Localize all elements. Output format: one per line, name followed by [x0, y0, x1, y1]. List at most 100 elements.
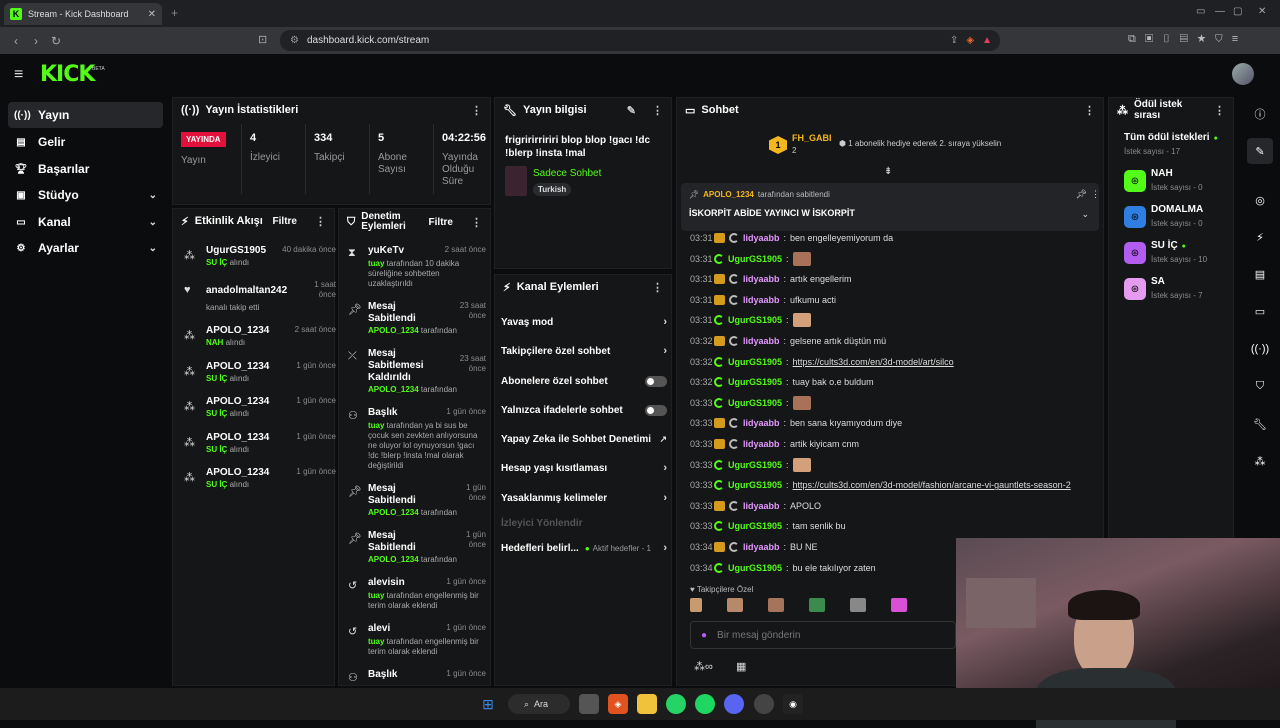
broadcast-icon[interactable]: ((·)) — [1247, 336, 1273, 362]
sidebar-item-yayin[interactable]: ((·)) Yayın — [8, 102, 163, 128]
message-username[interactable]: UgurGS1905 — [728, 521, 782, 531]
emotes-only-toggle[interactable] — [645, 404, 667, 416]
followers-only-button[interactable]: Takipçilere özel sohbet › — [501, 341, 667, 361]
site-info-icon[interactable]: ⚙ — [290, 35, 299, 46]
minimize-icon[interactable]: — — [1215, 6, 1225, 17]
emote-icon[interactable] — [792, 313, 811, 328]
more-icon[interactable]: ⋮ — [1214, 104, 1225, 117]
brave-shield-icon[interactable]: ◈ — [966, 35, 974, 46]
reload-icon[interactable]: ↻ — [46, 34, 66, 48]
more-icon[interactable]: ⋮ — [652, 281, 663, 294]
message-username[interactable]: lidyaabb — [743, 233, 780, 243]
browser-tab[interactable]: K Stream - Kick Dashboard ✕ — [4, 3, 162, 25]
browser-toolbar-icons[interactable]: ⧉▣▯▤★⛉≡ — [1128, 33, 1247, 46]
message-username[interactable]: UgurGS1905 — [728, 480, 782, 490]
steam-icon[interactable] — [754, 694, 774, 714]
edit-icon[interactable]: ✎ — [1247, 138, 1273, 164]
menu-icon[interactable]: ≡ — [14, 66, 23, 84]
emote-icon[interactable] — [792, 251, 811, 266]
reward-item-sa[interactable]: ⊛ SA İstek sayısı - 7 — [1124, 276, 1234, 304]
back-icon[interactable]: ‹ — [6, 34, 26, 48]
edit-icon[interactable]: ✎ — [627, 104, 636, 117]
goals-button[interactable]: Hedefleri belirl... ● Aktif hedefler - 1 › — [501, 538, 667, 558]
new-tab-icon[interactable]: + — [171, 6, 178, 20]
category-link[interactable]: Sadece Sohbet — [533, 168, 601, 179]
top-gifter-name[interactable]: FH_GABI — [792, 133, 832, 143]
info-icon[interactable]: ⓘ — [1247, 101, 1273, 127]
close-tab-icon[interactable]: ✕ — [148, 9, 156, 20]
slow-mode-button[interactable]: Yavaş mod › — [501, 312, 667, 332]
chat-input[interactable]: ● Bir mesaj gönderin — [690, 621, 956, 649]
message-username[interactable]: lidyaabb — [743, 418, 780, 428]
bolt-icon[interactable]: ⚡︎ — [1247, 224, 1273, 250]
sidebar-item-basarilar[interactable]: 🏆︎ Başarılar — [8, 156, 163, 182]
microphone-icon[interactable]: ● — [701, 630, 707, 641]
task-view-icon[interactable] — [579, 694, 599, 714]
emote-icon[interactable] — [792, 395, 811, 410]
banned-words-button[interactable]: Yasaklanmış kelimeler › — [501, 488, 667, 508]
emote-icon[interactable] — [768, 598, 784, 612]
message-username[interactable]: lidyaabb — [743, 274, 780, 284]
message-username[interactable]: lidyaabb — [743, 295, 780, 305]
document-icon[interactable]: ▤ — [1247, 261, 1273, 287]
reward-item-domalma[interactable]: ⊛ DOMALMA İstek sayısı - 0 — [1124, 204, 1234, 232]
reward-item-nah[interactable]: ⊛ NAH İstek sayısı - 0 — [1124, 168, 1234, 196]
more-icon[interactable]: ⋮ — [315, 215, 326, 228]
reward-item-su-ic[interactable]: ⊛ SU İÇ ● İstek sayısı - 10 — [1124, 240, 1234, 268]
message-username[interactable]: UgurGS1905 — [728, 254, 782, 264]
bookmark-icon[interactable]: ⊡ — [258, 33, 267, 46]
message-username[interactable]: UgurGS1905 — [728, 563, 782, 573]
brave-icon[interactable]: ◈ — [608, 694, 628, 714]
forward-icon[interactable]: › — [26, 34, 46, 48]
message-link[interactable]: https://cults3d.com/en/3d-model/art/silc… — [793, 357, 954, 367]
chevron-down-icon[interactable]: ⌄ — [1081, 209, 1089, 220]
discord-icon[interactable] — [724, 694, 744, 714]
message-username[interactable]: UgurGS1905 — [728, 398, 782, 408]
ai-moderation-button[interactable]: Yapay Zeka ile Sohbet Denetimi ↗ — [501, 429, 667, 449]
whatsapp-icon[interactable] — [666, 694, 686, 714]
taskbar-search[interactable]: ⌕ Ara — [508, 694, 570, 714]
emote-icon[interactable] — [891, 598, 907, 612]
kick-logo[interactable]: KICK — [40, 62, 95, 87]
more-icon[interactable]: ⋮ — [1084, 104, 1095, 117]
spotify-icon[interactable] — [695, 694, 715, 714]
subscribers-only-toggle[interactable] — [645, 375, 667, 387]
more-icon[interactable]: ⋮ — [471, 104, 482, 117]
shield-icon[interactable]: ⛉ — [1247, 373, 1273, 399]
brave-rewards-icon[interactable]: ▲ — [982, 35, 992, 46]
store-icon[interactable]: ▦ — [736, 660, 746, 673]
url-field[interactable]: ⚙ dashboard.kick.com/stream ⇪ ◈ ▲ — [280, 30, 1000, 51]
camera-icon[interactable]: ◎ — [1247, 187, 1273, 213]
file-explorer-icon[interactable] — [637, 694, 657, 714]
channel-points-icon[interactable]: ⁂∞ — [694, 660, 713, 673]
wrench-icon[interactable]: 🔧︎ — [1247, 411, 1273, 437]
more-icon[interactable]: ⋮ — [652, 104, 663, 117]
scroll-down-icon[interactable]: ⇟ — [884, 166, 892, 177]
reward-icon[interactable]: ⁂ — [1247, 448, 1273, 474]
emote-icon[interactable] — [809, 598, 825, 612]
windows-start-icon[interactable]: ⊞ — [478, 694, 498, 714]
all-rewards-link[interactable]: Tüm ödül istekleri ● — [1124, 132, 1218, 143]
maximize-icon[interactable]: ▢ — [1233, 6, 1242, 17]
sidebar-item-kanal[interactable]: ▭ Kanal ⌄ — [8, 209, 163, 235]
message-link[interactable]: https://cults3d.com/en/3d-model/fashion/… — [793, 480, 1071, 490]
message-username[interactable]: lidyaabb — [743, 439, 780, 449]
emote-icon[interactable] — [727, 598, 743, 612]
message-username[interactable]: lidyaabb — [743, 542, 780, 552]
sidebar-item-ayarlar[interactable]: ⚙ Ayarlar ⌄ — [8, 235, 163, 261]
sidebar-item-studyo[interactable]: ▣ Stüdyo ⌄ — [8, 182, 163, 208]
sidebar-item-gelir[interactable]: ▤ Gelir — [8, 129, 163, 155]
chat-icon[interactable]: ▭ — [1247, 298, 1273, 324]
message-username[interactable]: UgurGS1905 — [728, 377, 782, 387]
emote-icon[interactable] — [690, 598, 702, 612]
tab-search-icon[interactable]: ▭ — [1196, 6, 1205, 17]
filter-button[interactable]: Filtre — [273, 216, 297, 227]
message-username[interactable]: UgurGS1905 — [728, 357, 782, 367]
message-username[interactable]: lidyaabb — [743, 336, 780, 346]
share-icon[interactable]: ⇪ — [950, 35, 958, 46]
emote-icon[interactable] — [792, 457, 811, 472]
account-age-button[interactable]: Hesap yaşı kısıtlaması › — [501, 458, 667, 478]
filter-button[interactable]: Filtre — [429, 217, 453, 228]
message-username[interactable]: UgurGS1905 — [728, 460, 782, 470]
more-icon[interactable]: ⋮ — [1091, 189, 1101, 200]
